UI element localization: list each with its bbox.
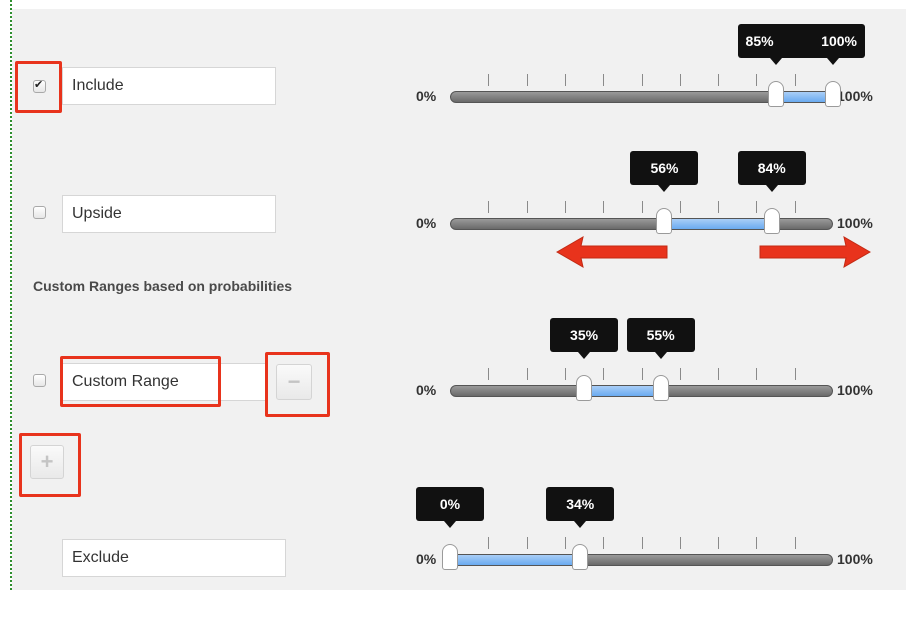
slider-upper-tooltip: 34% bbox=[546, 487, 615, 528]
slider-tick bbox=[679, 201, 681, 213]
slider-tick bbox=[603, 201, 605, 213]
slider-lower-tooltip: 0% bbox=[416, 487, 484, 528]
slider-tick bbox=[679, 74, 681, 86]
slider-range-fill bbox=[450, 555, 581, 565]
tooltip-pointer bbox=[765, 185, 778, 192]
slider-tick bbox=[718, 74, 720, 86]
guide-line bbox=[10, 0, 12, 590]
slider-tick bbox=[679, 368, 681, 380]
slider-tick bbox=[488, 74, 490, 86]
slider-range-fill bbox=[584, 386, 661, 396]
slider-tick bbox=[603, 368, 605, 380]
slider-tick bbox=[641, 537, 643, 549]
slider-tick bbox=[564, 368, 566, 380]
slider-tick bbox=[756, 201, 758, 213]
include-name-field[interactable]: Include bbox=[62, 67, 276, 105]
slider-tick bbox=[756, 74, 758, 86]
right-arrow-icon bbox=[759, 235, 872, 269]
slider-lower-handle[interactable] bbox=[767, 81, 784, 107]
lower-value-label: 56% bbox=[650, 160, 679, 176]
slider-max-label: 100% bbox=[837, 382, 873, 398]
slider-lower-tooltip: 56% bbox=[630, 151, 699, 192]
slider-tick bbox=[526, 74, 528, 86]
exclude-slider[interactable]: 0% 100% 0% 34% bbox=[412, 487, 886, 631]
slider-tick bbox=[488, 201, 490, 213]
slider-upper-tooltip: 84% bbox=[737, 151, 806, 192]
slider-tick bbox=[526, 201, 528, 213]
tooltip-pointer bbox=[826, 58, 839, 65]
slider-tick bbox=[641, 201, 643, 213]
slider-upper-handle[interactable] bbox=[652, 375, 669, 401]
custom-range-field-highlight bbox=[60, 356, 221, 407]
slider-upper-tooltip: 55% bbox=[626, 318, 695, 359]
tooltip-pointer bbox=[654, 352, 667, 359]
upper-value-label: 100% bbox=[821, 33, 857, 49]
slider-value-tooltip: 85% 100% bbox=[737, 24, 865, 65]
custom-range-slider[interactable]: 0% 100% 35% 55% bbox=[412, 318, 886, 462]
include-checkbox-highlight bbox=[15, 61, 62, 113]
slider-lower-handle[interactable] bbox=[442, 544, 458, 570]
slider-range-fill bbox=[664, 219, 772, 229]
slider-upper-handle[interactable] bbox=[572, 544, 589, 570]
tooltip-pointer bbox=[444, 521, 456, 528]
left-arrow-icon bbox=[555, 235, 668, 269]
tooltip-pointer bbox=[574, 521, 587, 528]
slider-min-label: 0% bbox=[416, 215, 437, 231]
remove-button-highlight bbox=[265, 352, 330, 417]
tooltip-pointer bbox=[578, 352, 591, 359]
slider-min-label: 0% bbox=[416, 382, 437, 398]
slider-lower-handle[interactable] bbox=[656, 208, 673, 234]
slider-min-label: 0% bbox=[416, 88, 437, 104]
slider-tick bbox=[756, 368, 758, 380]
slider-lower-tooltip: 35% bbox=[550, 318, 619, 359]
slider-upper-handle[interactable] bbox=[763, 208, 780, 234]
lower-value-label: 85% bbox=[745, 33, 774, 49]
slider-tick bbox=[718, 537, 720, 549]
slider-tick bbox=[641, 74, 643, 86]
slider-tick bbox=[603, 74, 605, 86]
slider-max-label: 100% bbox=[837, 88, 873, 104]
slider-min-label: 0% bbox=[416, 551, 437, 567]
slider-max-label: 100% bbox=[837, 215, 873, 231]
slider-tick bbox=[756, 537, 758, 549]
tooltip-pointer bbox=[658, 185, 671, 192]
upper-value-label: 34% bbox=[566, 496, 595, 512]
slider-tick bbox=[526, 368, 528, 380]
slider-tick bbox=[488, 537, 490, 549]
slider-tick bbox=[794, 537, 796, 549]
slider-tick bbox=[564, 201, 566, 213]
slider-tick bbox=[794, 368, 796, 380]
slider-lower-handle[interactable] bbox=[576, 375, 593, 401]
slider-tick bbox=[641, 368, 643, 380]
slider-tick bbox=[564, 537, 566, 549]
lower-value-label: 35% bbox=[570, 327, 599, 343]
upside-name-field[interactable]: Upside bbox=[62, 195, 276, 233]
slider-tick bbox=[488, 368, 490, 380]
add-button-highlight bbox=[19, 433, 81, 497]
upper-value-label: 84% bbox=[757, 160, 786, 176]
upper-value-label: 55% bbox=[646, 327, 675, 343]
custom-range-checkbox[interactable] bbox=[33, 374, 46, 387]
slider-tick bbox=[794, 201, 796, 213]
lower-value-label: 0% bbox=[439, 496, 461, 512]
slider-tick bbox=[564, 74, 566, 86]
slider-tick bbox=[718, 201, 720, 213]
slider-max-label: 100% bbox=[837, 551, 873, 567]
exclude-name-field[interactable]: Exclude bbox=[62, 539, 286, 577]
slider-tick bbox=[794, 74, 796, 86]
upside-checkbox[interactable] bbox=[33, 206, 46, 219]
tooltip-pointer bbox=[769, 58, 782, 65]
slider-tick bbox=[679, 537, 681, 549]
slider-upper-handle[interactable] bbox=[825, 81, 841, 107]
slider-tick bbox=[603, 537, 605, 549]
slider-tick bbox=[526, 537, 528, 549]
section-heading: Custom Ranges based on probabilities bbox=[33, 278, 293, 294]
slider-tick bbox=[718, 368, 720, 380]
